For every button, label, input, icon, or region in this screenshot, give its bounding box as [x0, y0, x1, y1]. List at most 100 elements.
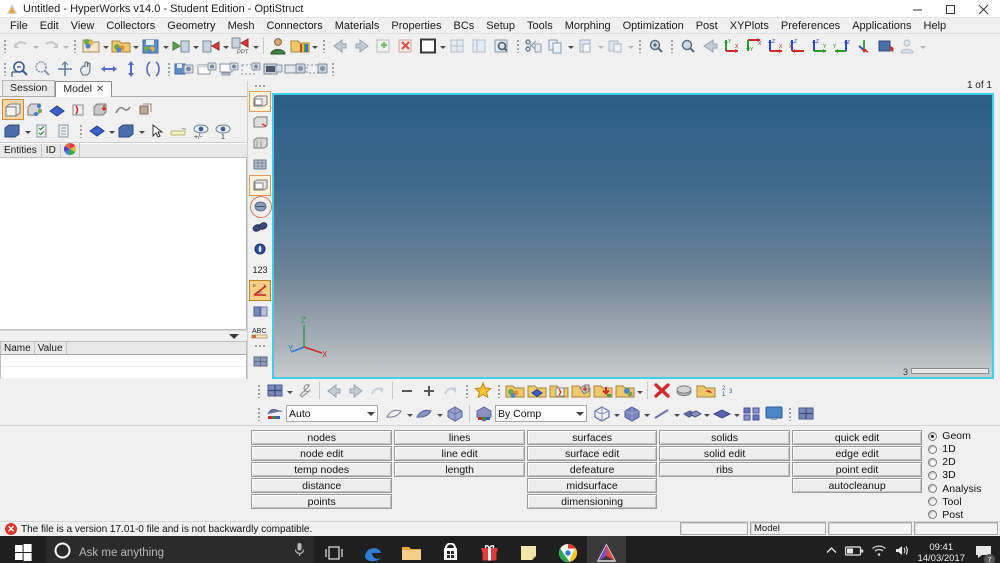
toolbar-grip[interactable] [669, 37, 675, 55]
redo-icon[interactable] [40, 35, 62, 56]
group-icon[interactable] [134, 99, 156, 120]
material-collector-icon[interactable] [548, 380, 570, 401]
view-xy-icon[interactable]: Y X [721, 35, 743, 56]
line-display-icon[interactable] [651, 403, 673, 424]
new-dropdown-caret[interactable] [102, 36, 110, 56]
file-explorer-icon[interactable] [392, 536, 431, 563]
cursor-select-icon[interactable] [146, 120, 168, 141]
menu-item-mesh[interactable]: Mesh [222, 18, 261, 34]
save-dropdown-caret[interactable] [162, 36, 170, 56]
mesh-panel-icon[interactable] [249, 351, 271, 372]
menu-item-applications[interactable]: Applications [846, 18, 917, 34]
redo-arc-icon[interactable] [440, 380, 462, 401]
surface-mesh-caret[interactable] [436, 404, 444, 424]
load-collector-icon[interactable] [90, 99, 112, 120]
undo-dropdown-caret[interactable] [32, 36, 40, 56]
back-arrow-icon[interactable] [323, 380, 345, 401]
shaded-cube-caret[interactable] [643, 404, 651, 424]
new-session-icon[interactable] [80, 35, 102, 56]
shell-display-caret[interactable] [703, 404, 711, 424]
mesh-panel-icon[interactable] [795, 403, 817, 424]
menu-item-collectors[interactable]: Collectors [100, 18, 161, 34]
window-overlay-icon[interactable] [491, 35, 513, 56]
load-collector-icon[interactable] [570, 380, 592, 401]
chevron-down-icon[interactable] [576, 411, 584, 416]
fit-view-icon[interactable] [645, 35, 667, 56]
tab-session[interactable]: Session [2, 80, 56, 96]
paste-dropdown-caret[interactable] [597, 36, 605, 56]
property-collector-icon[interactable] [526, 380, 548, 401]
fit-icon[interactable] [54, 58, 76, 79]
mesh-feature-icon[interactable] [249, 175, 271, 196]
view-folder-caret[interactable] [24, 121, 32, 141]
check-list-icon[interactable] [32, 120, 54, 141]
solid-display-caret[interactable] [733, 404, 741, 424]
mesh-grid-icon[interactable] [249, 154, 271, 175]
shaded-cube-icon[interactable] [621, 403, 643, 424]
microphone-icon[interactable] [293, 542, 306, 563]
close-button[interactable] [967, 0, 1000, 18]
toolbar-grip[interactable] [166, 60, 172, 78]
layout-dropdown-caret[interactable] [439, 36, 447, 56]
collector-caret[interactable] [636, 381, 644, 401]
toolbar-grip[interactable] [515, 37, 521, 55]
import-collector-icon[interactable] [592, 380, 614, 401]
show-hide-icon[interactable]: +/- [190, 120, 212, 141]
plus-icon[interactable] [418, 380, 440, 401]
property-display-caret[interactable] [108, 121, 116, 141]
component-display-icon[interactable] [116, 120, 138, 141]
isolate-icon[interactable]: 1 [212, 120, 234, 141]
component-icon[interactable] [2, 99, 24, 120]
view-zx-icon[interactable]: Z X [765, 35, 787, 56]
panel-button-line-edit[interactable]: line edit [394, 446, 525, 461]
window-tile-icon[interactable] [447, 35, 469, 56]
mesh-lines-icon[interactable] [249, 112, 271, 133]
user-view-caret[interactable] [919, 36, 927, 56]
model-tree[interactable] [0, 158, 247, 330]
radio-1d[interactable]: 1D [928, 443, 1000, 455]
view-previous-icon[interactable] [699, 35, 721, 56]
page-add-icon[interactable] [373, 35, 395, 56]
video-region-icon[interactable] [306, 58, 328, 79]
cut-icon[interactable] [523, 35, 545, 56]
panel-button-edge-edit[interactable]: edge edit [791, 446, 923, 461]
delete-red-x-icon[interactable] [651, 380, 673, 401]
mesh-shaded-icon[interactable] [249, 91, 271, 112]
lower-toolbar-grip[interactable] [256, 405, 262, 423]
panel-splitter[interactable] [0, 330, 247, 341]
menu-item-help[interactable]: Help [918, 18, 953, 34]
node-display-icon[interactable] [249, 238, 271, 259]
taskbar-clock[interactable]: 09:41 14/03/2017 [917, 542, 965, 563]
color-wheel-icon[interactable] [61, 143, 80, 158]
menu-item-connectors[interactable]: Connectors [260, 18, 328, 34]
export-solver-deck-icon[interactable] [200, 35, 222, 56]
video-window-icon[interactable] [262, 58, 284, 79]
text-annotation-icon[interactable]: ABC [249, 322, 271, 343]
favorite-star-icon[interactable] [472, 380, 494, 401]
mask-icon[interactable] [673, 380, 695, 401]
user-view-icon[interactable] [897, 35, 919, 56]
panel-button-node-edit[interactable]: node edit [250, 446, 393, 461]
paste-special-caret[interactable] [627, 36, 635, 56]
viz-toolbar-grip[interactable] [253, 83, 267, 89]
surface-shade-caret[interactable] [406, 404, 414, 424]
menu-item-geometry[interactable]: Geometry [161, 18, 221, 34]
curve-icon[interactable] [112, 99, 134, 120]
element-id-icon[interactable]: 123 [249, 259, 271, 280]
column-header-entities[interactable]: Entities [0, 143, 42, 158]
view-folder-icon[interactable] [2, 120, 24, 141]
panel-button-nodes[interactable]: nodes [250, 430, 393, 445]
component-display-caret[interactable] [138, 121, 146, 141]
display-mode-select[interactable]: Auto [286, 405, 378, 422]
menu-item-setup[interactable]: Setup [480, 18, 521, 34]
menu-item-xyplots[interactable]: XYPlots [724, 18, 775, 34]
window-sync-icon[interactable] [469, 35, 491, 56]
store-icon[interactable] [431, 536, 470, 563]
solid-display-icon[interactable] [711, 403, 733, 424]
edge-icon[interactable] [353, 536, 392, 563]
organize-icon[interactable] [695, 380, 717, 401]
viz-toolbar-grip-2[interactable] [253, 343, 267, 349]
panel-button-ribs[interactable]: ribs [659, 462, 790, 477]
column-header-id[interactable]: ID [42, 143, 61, 158]
panel-button-surface-edit[interactable]: surface edit [526, 446, 658, 461]
